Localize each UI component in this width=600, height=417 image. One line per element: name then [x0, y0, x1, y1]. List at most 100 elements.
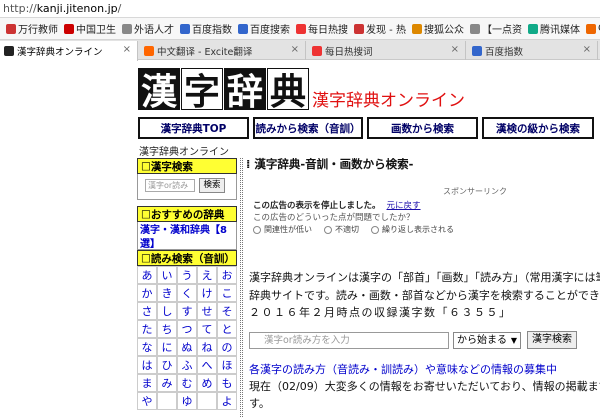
kana-cell[interactable]: う	[177, 266, 197, 284]
kana-cell[interactable]: さ	[137, 302, 157, 320]
bookmark-item[interactable]: 外语人才	[122, 21, 174, 36]
kana-cell[interactable]: め	[197, 374, 217, 392]
kana-cell[interactable]: へ	[197, 356, 217, 374]
kana-cell[interactable]: ね	[197, 338, 217, 356]
tab-favicon-icon	[4, 46, 14, 56]
kanji-count: ２０１６年２月時点の収録漢字数「６３５５」	[249, 306, 512, 319]
intro-text: 漢字辞典オンラインは漢字の「部首」「画数」「読み方」（常用漢字には筆順） 辞典サ…	[249, 271, 600, 302]
recommend-link[interactable]: 漢字・漢和辞典【8選】	[140, 224, 234, 252]
main-heading: ⁞ 漢字辞典‐音訓・画数から検索‐	[246, 157, 414, 171]
logo-char-1[interactable]: 漢	[138, 68, 180, 113]
bookmark-item[interactable]: 万行教师	[6, 21, 58, 36]
kana-cell[interactable]: と	[217, 320, 237, 338]
kanji-search-button[interactable]: 漢字検索	[527, 331, 577, 349]
ad-option-irrelevant[interactable]: 関連性が低い	[253, 224, 312, 235]
kana-cell[interactable]: み	[157, 374, 177, 392]
bookmark-favicon-icon	[354, 23, 364, 34]
browser-tab[interactable]: 百度指数 ×	[468, 41, 598, 60]
ad-feedback-options: 関連性が低い 不適切 繰り返し表示される	[253, 224, 466, 235]
kana-cell[interactable]: き	[157, 284, 177, 302]
sidebar-recommend-heading: □ おすすめの辞典	[137, 206, 237, 222]
kana-cell[interactable]: い	[157, 266, 177, 284]
kana-cell[interactable]: か	[137, 284, 157, 302]
kana-cell[interactable]: て	[197, 320, 217, 338]
kana-cell[interactable]: せ	[197, 302, 217, 320]
kana-cell[interactable]: こ	[217, 284, 237, 302]
nav-reading-search[interactable]: 読みから検索（音訓）	[253, 117, 363, 139]
kana-cell[interactable]: お	[217, 266, 237, 284]
logo-char-3[interactable]: 辞	[224, 68, 266, 113]
kana-cell[interactable]: ち	[157, 320, 177, 338]
kana-cell[interactable]: つ	[177, 320, 197, 338]
browser-tab[interactable]: 漢字辞典オンライン ×	[0, 41, 138, 61]
close-tab-icon[interactable]: ×	[583, 44, 591, 55]
kana-cell[interactable]: あ	[137, 266, 157, 284]
nav-stroke-search[interactable]: 画数から検索	[367, 117, 478, 139]
bookmark-item[interactable]: 发现 - 热	[354, 21, 406, 36]
bookmark-favicon-icon	[122, 23, 132, 34]
bookmark-favicon-icon	[585, 23, 596, 34]
kana-cell[interactable]: も	[217, 374, 237, 392]
radio-icon	[253, 225, 261, 234]
radio-icon	[371, 225, 379, 234]
ad-option-inappropriate[interactable]: 不適切	[324, 224, 359, 235]
bookmark-item[interactable]: 百度指数	[180, 21, 232, 36]
ad-undo-link[interactable]: 元に戻す	[387, 201, 421, 211]
bookmark-favicon-icon	[411, 23, 422, 34]
bookmark-item[interactable]: 百度搜索	[238, 21, 290, 36]
main-nav: 漢字辞典TOP 読みから検索（音訓） 画数から検索 漢検の級から検索	[138, 117, 600, 139]
bookmark-item[interactable]: 每日热搜	[296, 21, 348, 36]
kana-cell[interactable]: そ	[217, 302, 237, 320]
logo-char-2[interactable]: 字	[181, 68, 223, 113]
nav-kanken-search[interactable]: 漢検の級から検索	[482, 117, 594, 139]
kana-cell[interactable]: す	[177, 302, 197, 320]
breadcrumb[interactable]: 漢字辞典オンライン	[139, 143, 229, 158]
kana-cell[interactable]: た	[137, 320, 157, 338]
bookmark-favicon-icon	[238, 23, 248, 34]
match-mode-select[interactable]: から始まる ▼	[453, 332, 521, 349]
close-tab-icon[interactable]: ×	[123, 44, 131, 55]
kana-cell[interactable]: し	[157, 302, 177, 320]
kana-cell[interactable]: く	[177, 284, 197, 302]
kana-cell[interactable]: は	[137, 356, 157, 374]
address-bar[interactable]: http://kanji.jitenon.jp/	[0, 0, 600, 18]
kana-cell[interactable]: ぬ	[177, 338, 197, 356]
close-tab-icon[interactable]: ×	[291, 44, 299, 55]
kana-cell[interactable]: の	[217, 338, 237, 356]
url-text[interactable]: http://kanji.jitenon.jp/	[3, 2, 121, 15]
browser-tab[interactable]: 每日热搜词 ×	[308, 41, 466, 60]
kana-cell[interactable]: に	[157, 338, 177, 356]
kana-cell[interactable]: よ	[217, 392, 237, 410]
ad-option-repetitive[interactable]: 繰り返し表示される	[371, 224, 454, 235]
kana-cell[interactable]: ふ	[177, 356, 197, 374]
logo-char-4[interactable]: 典	[267, 68, 309, 113]
kana-cell[interactable]: や	[137, 392, 157, 410]
kana-cell[interactable]: え	[197, 266, 217, 284]
sidebar-search-input[interactable]: 漢字or読み	[145, 179, 195, 192]
kana-cell[interactable]: ひ	[157, 356, 177, 374]
kana-cell[interactable]: ま	[137, 374, 157, 392]
bookmark-item[interactable]: 腾讯媒体	[527, 21, 580, 36]
notice-text: 現在（02/09）大変多くの情報をお寄せいただいており、情報の掲載までお時 す。	[249, 380, 600, 410]
kana-cell[interactable]: ゆ	[177, 392, 197, 410]
browser-tab[interactable]: 中文翻译 - Excite翻译 ×	[140, 41, 306, 60]
bookmark-item[interactable]: 【一点资	[469, 21, 522, 36]
main-search-input[interactable]: 漢字or読み方を入力	[249, 332, 449, 349]
bookmark-favicon-icon	[64, 23, 74, 34]
bookmark-favicon-icon	[296, 23, 306, 34]
radio-icon	[324, 225, 332, 234]
close-tab-icon[interactable]: ×	[451, 44, 459, 55]
bookmark-item[interactable]: 搜狐公众	[411, 21, 464, 36]
kana-cell[interactable]: け	[197, 284, 217, 302]
kana-cell[interactable]: ほ	[217, 356, 237, 374]
kana-cell[interactable]: む	[177, 374, 197, 392]
notice-link[interactable]: 各漢字の読み方（音読み・訓読み）や意味などの情報の募集中	[249, 361, 557, 377]
kana-grid: あいうえおかきくけこさしすせそたちつてとなにぬねのはひふへほまみむめもや ゆ よ	[137, 266, 237, 410]
bookmark-item[interactable]: 中国卫生	[64, 21, 116, 36]
sponsor-label: スポンサーリンク	[443, 187, 507, 196]
bookmark-item[interactable]: OfficePL	[585, 23, 600, 34]
sidebar-search-button[interactable]: 検索	[199, 178, 225, 193]
kana-cell[interactable]: な	[137, 338, 157, 356]
nav-top[interactable]: 漢字辞典TOP	[138, 117, 249, 139]
tab-strip: 漢字辞典オンライン × 中文翻译 - Excite翻译 × 每日热搜词 × 百度指数 ×	[0, 40, 600, 61]
